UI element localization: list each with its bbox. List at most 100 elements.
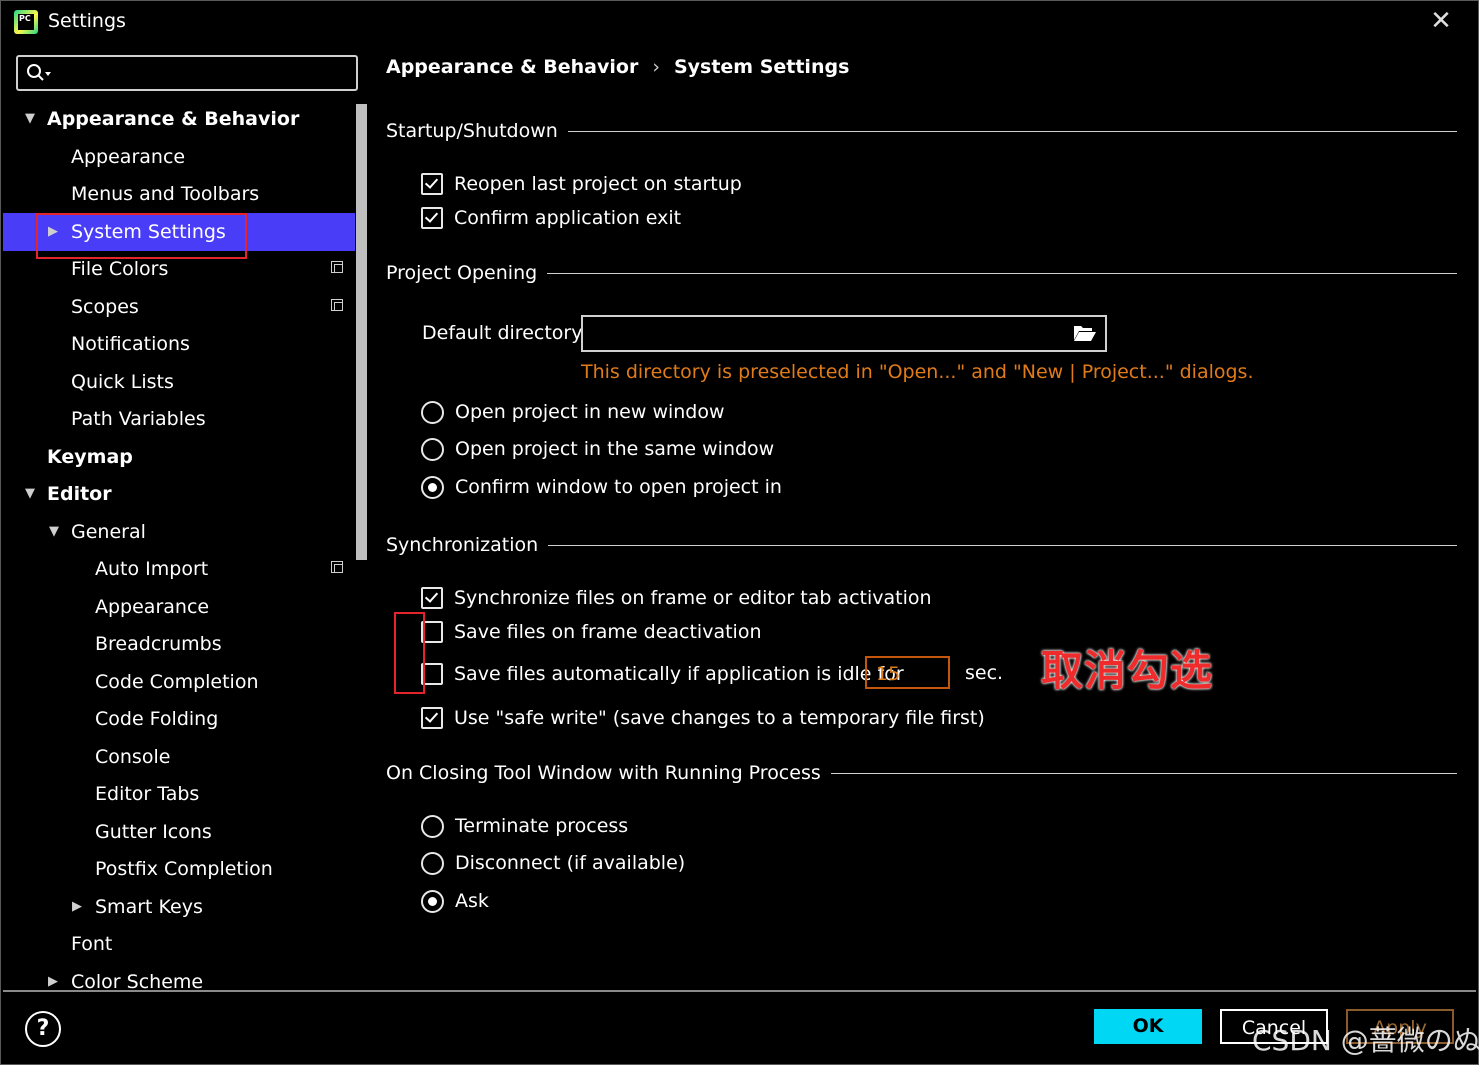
tree-item-label: Font xyxy=(71,933,113,955)
radio-label: Ask xyxy=(455,890,489,912)
open-new-window-option[interactable]: Open project in new window xyxy=(421,398,725,426)
tree-item-label: Appearance xyxy=(71,146,186,168)
default-directory-field[interactable] xyxy=(581,315,1107,352)
seconds-unit-label: sec. xyxy=(965,662,1004,684)
tree-item-label: Quick Lists xyxy=(71,371,174,393)
tree-item-code-completion[interactable]: Code Completion xyxy=(3,663,355,701)
tree-scrollbar[interactable] xyxy=(356,104,367,560)
checkbox-label: Save files on frame deactivation xyxy=(454,621,762,643)
tree-item-code-folding[interactable]: Code Folding xyxy=(3,700,355,738)
ok-button[interactable]: OK xyxy=(1094,1009,1202,1044)
tree-item-label: Gutter Icons xyxy=(95,821,212,843)
section-divider xyxy=(547,272,1457,274)
tree-item-gutter-icons[interactable]: Gutter Icons xyxy=(3,813,355,851)
save-on-deactivation-option[interactable]: Save files on frame deactivation xyxy=(421,618,762,646)
section-project-opening: Project Opening xyxy=(386,261,1457,285)
title-bar: PC Settings ✕ xyxy=(0,0,1479,46)
radio-label: Open project in the same window xyxy=(455,438,775,460)
reopen-last-project-option[interactable]: Reopen last project on startup xyxy=(421,170,742,198)
tree-item-editor[interactable]: ▼ Editor xyxy=(3,475,355,513)
ask-option[interactable]: Ask xyxy=(421,887,489,915)
chevron-right-icon[interactable]: ▶ xyxy=(48,963,58,990)
ask-radio[interactable] xyxy=(421,889,444,913)
idle-seconds-input[interactable]: 15 xyxy=(865,656,950,689)
chevron-down-icon[interactable]: ▼ xyxy=(25,100,35,138)
safe-write-checkbox[interactable] xyxy=(421,707,443,729)
open-new-window-radio[interactable] xyxy=(421,400,444,424)
tree-item-color-scheme[interactable]: ▶ Color Scheme xyxy=(3,963,355,990)
safe-write-option[interactable]: Use "safe write" (save changes to a temp… xyxy=(421,704,985,732)
confirm-window-option[interactable]: Confirm window to open project in xyxy=(421,473,782,501)
tree-item-menus-toolbars[interactable]: Menus and Toolbars xyxy=(3,175,355,213)
tree-item-label: Keymap xyxy=(47,446,133,468)
tree-item-quick-lists[interactable]: Quick Lists xyxy=(3,363,355,401)
checkbox-label: Use "safe write" (save changes to a temp… xyxy=(454,707,985,729)
section-startup-shutdown: Startup/Shutdown xyxy=(386,119,1457,143)
tree-item-path-variables[interactable]: Path Variables xyxy=(3,400,355,438)
tree-item-label: Menus and Toolbars xyxy=(71,183,260,205)
tree-item-font[interactable]: Font xyxy=(3,925,355,963)
tree-item-keymap[interactable]: Keymap xyxy=(3,438,355,476)
chevron-down-icon[interactable]: ▼ xyxy=(49,513,59,551)
tree-item-breadcrumbs[interactable]: Breadcrumbs xyxy=(3,625,355,663)
tree-item-label: Code Completion xyxy=(95,671,259,693)
search-field[interactable] xyxy=(16,55,358,91)
confirm-window-radio[interactable] xyxy=(421,475,444,499)
tree-item-label: Notifications xyxy=(71,333,190,355)
section-title: Synchronization xyxy=(386,534,539,556)
chevron-down-icon[interactable]: ▼ xyxy=(25,475,35,513)
tree-item-postfix-completion[interactable]: Postfix Completion xyxy=(3,850,355,888)
open-same-window-radio[interactable] xyxy=(421,437,444,461)
default-directory-hint: This directory is preselected in "Open..… xyxy=(581,361,1254,383)
csdn-watermark: CSDN @蔷微のぬ xyxy=(1252,1024,1479,1057)
tree-item-appearance[interactable]: Appearance xyxy=(3,138,355,176)
section-title: On Closing Tool Window with Running Proc… xyxy=(386,762,821,784)
tree-item-label: Console xyxy=(95,746,171,768)
tree-item-label: Auto Import xyxy=(95,558,209,580)
checkbox-label: Save files automatically if application … xyxy=(454,663,904,685)
reopen-last-project-checkbox[interactable] xyxy=(421,173,443,195)
tree-item-general[interactable]: ▼ General xyxy=(3,513,355,551)
radio-label: Disconnect (if available) xyxy=(455,852,686,874)
tree-item-editor-tabs[interactable]: Editor Tabs xyxy=(3,775,355,813)
tree-item-notifications[interactable]: Notifications xyxy=(3,325,355,363)
pycharm-logo-icon: PC xyxy=(14,10,38,34)
confirm-exit-option[interactable]: Confirm application exit xyxy=(421,204,681,232)
search-input[interactable] xyxy=(58,59,352,87)
tree-item-label: Color Scheme xyxy=(71,971,204,990)
close-icon[interactable]: ✕ xyxy=(1428,6,1454,36)
footer-divider xyxy=(3,990,1476,992)
terminate-process-option[interactable]: Terminate process xyxy=(421,812,628,840)
tree-item-auto-import[interactable]: Auto Import xyxy=(3,550,355,588)
breadcrumb-separator-icon: › xyxy=(652,56,660,78)
open-same-window-option[interactable]: Open project in the same window xyxy=(421,435,774,463)
tree-item-label: Editor Tabs xyxy=(95,783,200,805)
save-when-idle-option[interactable]: Save files automatically if application … xyxy=(421,660,904,688)
sync-files-option[interactable]: Synchronize files on frame or editor tab… xyxy=(421,584,932,612)
tree-item-label: Smart Keys xyxy=(95,896,203,918)
help-icon[interactable]: ? xyxy=(25,1011,61,1047)
confirm-exit-checkbox[interactable] xyxy=(421,207,443,229)
section-divider xyxy=(567,130,1457,132)
tree-item-appearance-behavior[interactable]: ▼ Appearance & Behavior xyxy=(3,100,355,138)
breadcrumb-parent[interactable]: Appearance & Behavior xyxy=(386,56,638,78)
chevron-right-icon[interactable]: ▶ xyxy=(72,888,82,926)
section-divider xyxy=(548,544,1457,546)
tree-item-editor-appearance[interactable]: Appearance xyxy=(3,588,355,626)
disconnect-radio[interactable] xyxy=(421,851,444,875)
radio-label: Terminate process xyxy=(455,815,629,837)
sync-files-checkbox[interactable] xyxy=(421,587,443,609)
window-title: Settings xyxy=(48,10,126,32)
terminate-process-radio[interactable] xyxy=(421,814,444,838)
section-closing-tool-window: On Closing Tool Window with Running Proc… xyxy=(386,761,1457,785)
disconnect-option[interactable]: Disconnect (if available) xyxy=(421,849,685,877)
tree-item-label: Postfix Completion xyxy=(95,858,273,880)
checkbox-label: Synchronize files on frame or editor tab… xyxy=(454,587,932,609)
tree-item-label: Appearance xyxy=(95,596,210,618)
tree-item-scopes[interactable]: Scopes xyxy=(3,288,355,326)
folder-open-icon[interactable] xyxy=(1073,324,1097,342)
tree-item-smart-keys[interactable]: ▶ Smart Keys xyxy=(3,888,355,926)
tree-item-console[interactable]: Console xyxy=(3,738,355,776)
tree-item-label: Appearance & Behavior xyxy=(47,108,300,130)
highlight-box-save-options xyxy=(394,612,425,694)
